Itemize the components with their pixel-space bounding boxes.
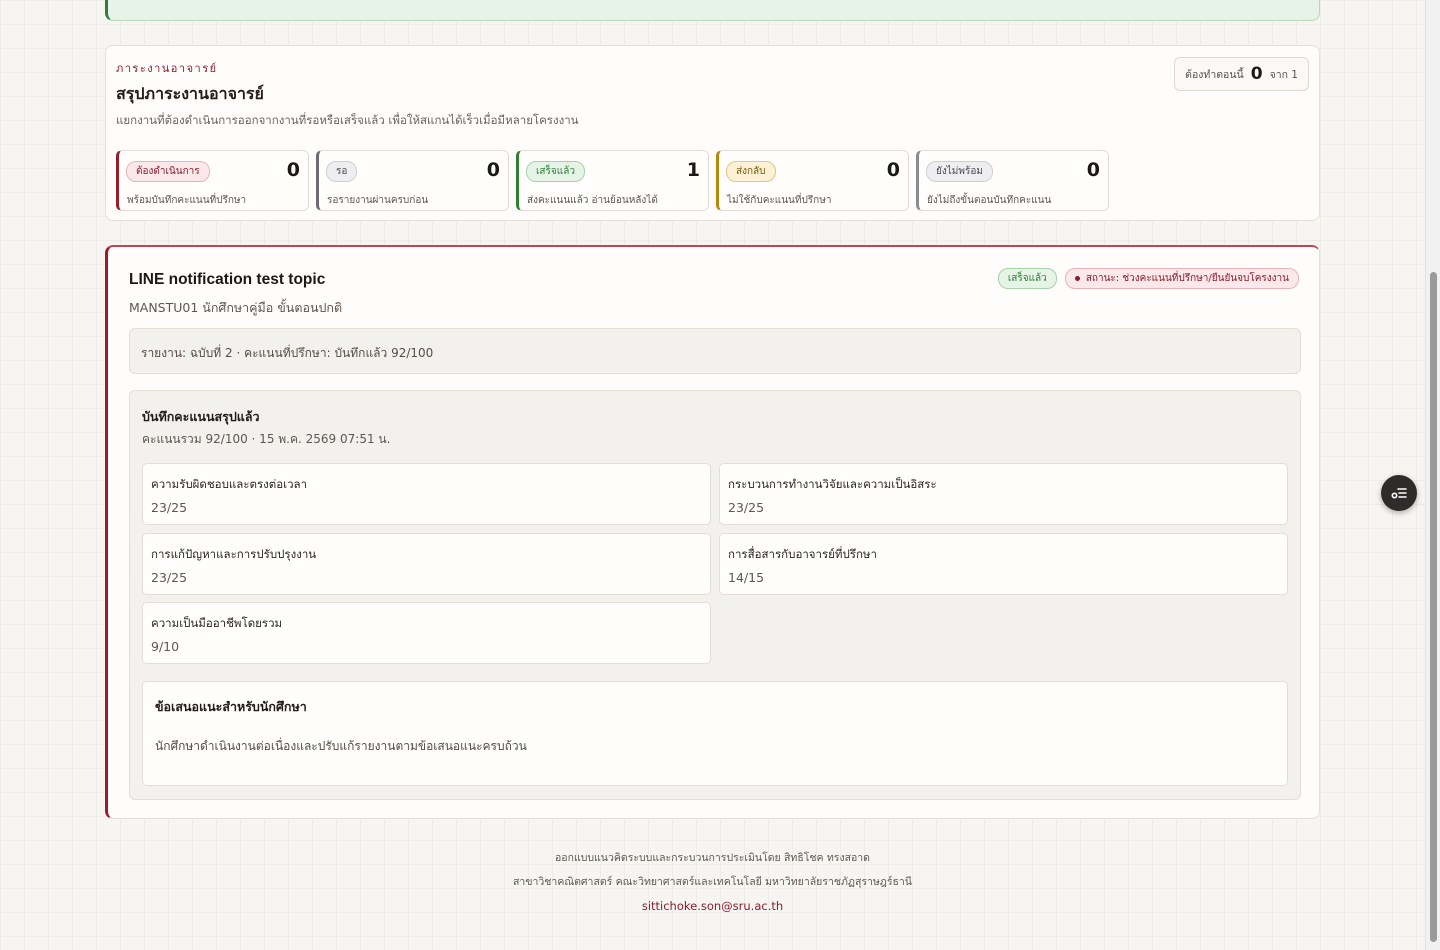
project-subtitle: MANSTU01 นักศึกษาคู่มือ ขั้นตอนปกติ — [129, 300, 343, 315]
criterion-card: ความรับผิดชอบและตรงต่อเวลา 23/25 — [142, 463, 711, 525]
stat-card-action-required[interactable]: ต้องดำเนินการ 0 พร้อมบันทึกคะแนนที่ปรึกษ… — [116, 150, 309, 211]
todo-count: 0 — [1250, 64, 1263, 84]
todo-total: จาก 1 — [1269, 68, 1298, 81]
recommendation-box: ข้อเสนอแนะสำหรับนักศึกษา นักศึกษาดำเนินง… — [142, 681, 1288, 786]
stat-note: ยังไม่ถึงขั้นตอนบันทึกคะแนน — [927, 195, 1052, 206]
project-detail-card: LINE notification test topic MANSTU01 นั… — [105, 245, 1320, 819]
todo-label: ต้องทำตอนนี้ — [1185, 68, 1244, 81]
criterion-card: ความเป็นมืออาชีพโดยรวม 9/10 — [142, 602, 711, 664]
stat-card-done[interactable]: เสร็จแล้ว 1 ส่งคะแนนแล้ว อ่านย้อนหลังได้ — [516, 150, 709, 211]
footer-credit: ออกแบบแนวคิดระบบและกระบวนการประเมินโดย ส… — [554, 852, 871, 864]
status-badge: สถานะ: ช่วงคะแนนที่ปรึกษา/ยืนยันจบโครงงา… — [1064, 268, 1299, 289]
report-summary: รายงาน: ฉบับที่ 2 · คะแนนที่ปรึกษา: บันท… — [129, 328, 1301, 374]
list-settings-icon — [1391, 488, 1407, 499]
recommendation-title: ข้อเสนอแนะสำหรับนักศึกษา — [155, 699, 307, 714]
stat-badge: เสร็จแล้ว — [526, 161, 585, 182]
project-title: LINE notification test topic — [129, 271, 326, 288]
criterion-card: กระบวนการทำงานวิจัยและความเป็นอิสระ 23/2… — [719, 463, 1288, 525]
recommendation-text: นักศึกษาดำเนินงานต่อเนื่องและปรับแก้รายง… — [155, 739, 527, 753]
stat-count: 0 — [486, 159, 500, 181]
page-footer: ออกแบบแนวคิดระบบและกระบวนการประเมินโดย ส… — [0, 850, 1425, 922]
stat-count: 0 — [886, 159, 900, 181]
success-banner — [105, 0, 1320, 21]
score-total-meta: คะแนนรวม 92/100 · 15 พ.ค. 2569 07:51 น. — [142, 432, 391, 446]
stat-badge: รอ — [326, 161, 358, 182]
scrollbar-thumb[interactable] — [1430, 272, 1437, 942]
stat-badge: ยังไม่พร้อม — [926, 161, 993, 182]
score-panel-title: บันทึกคะแนนสรุปแล้ว — [142, 409, 260, 424]
criterion-label: ความรับผิดชอบและตรงต่อเวลา — [151, 477, 308, 491]
criterion-score: 23/25 — [728, 500, 765, 515]
project-badges: เสร็จแล้ว สถานะ: ช่วงคะแนนที่ปรึกษา/ยืนย… — [997, 268, 1299, 289]
criterion-score: 23/25 — [151, 570, 188, 585]
stat-card-returned[interactable]: ส่งกลับ 0 ไม่ใช้กับคะแนนที่ปรึกษา — [716, 150, 909, 211]
floating-menu-button[interactable] — [1381, 475, 1417, 511]
criterion-label: การแก้ปัญหาและการปรับปรุงงาน — [151, 547, 317, 561]
section-description: แยกงานที่ต้องดำเนินการออกจากงานที่รอหรือ… — [116, 113, 579, 127]
score-summary-panel: บันทึกคะแนนสรุปแล้ว คะแนนรวม 92/100 · 15… — [129, 390, 1301, 800]
stat-badge: ต้องดำเนินการ — [126, 161, 210, 182]
criterion-label: กระบวนการทำงานวิจัยและความเป็นอิสระ — [728, 477, 937, 491]
section-eyebrow: ภาระงานอาจารย์ — [116, 62, 218, 75]
status-text: สถานะ: ช่วงคะแนนที่ปรึกษา/ยืนยันจบโครงงา… — [1085, 273, 1289, 284]
stat-count: 0 — [286, 159, 300, 181]
criterion-score: 9/10 — [151, 639, 180, 654]
stat-count: 1 — [686, 159, 700, 181]
criterion-score: 14/15 — [728, 570, 765, 585]
stat-badge: ส่งกลับ — [726, 161, 776, 182]
stat-card-waiting[interactable]: รอ 0 รอรายงานผ่านครบก่อน — [316, 150, 509, 211]
footer-email-link[interactable]: sittichoke.son@sru.ac.th — [642, 899, 783, 913]
criterion-label: การสื่อสารกับอาจารย์ที่ปรึกษา — [728, 547, 877, 561]
stat-note: รอรายงานผ่านครบก่อน — [327, 195, 429, 206]
section-title: สรุปภาระงานอาจารย์ — [116, 84, 264, 103]
page-scrollbar[interactable] — [1425, 0, 1440, 950]
criterion-card: การแก้ปัญหาและการปรับปรุงงาน 23/25 — [142, 533, 711, 595]
workload-summary-card: ภาระงานอาจารย์ สรุปภาระงานอาจารย์ แยกงาน… — [105, 45, 1320, 221]
stat-count: 0 — [1086, 159, 1100, 181]
stat-note: พร้อมบันทึกคะแนนที่ปรึกษา — [127, 195, 247, 206]
stat-card-not-ready[interactable]: ยังไม่พร้อม 0 ยังไม่ถึงขั้นตอนบันทึกคะแน… — [916, 150, 1109, 211]
criterion-score: 23/25 — [151, 500, 188, 515]
stat-note: ไม่ใช้กับคะแนนที่ปรึกษา — [727, 195, 832, 206]
page: ภาระงานอาจารย์ สรุปภาระงานอาจารย์ แยกงาน… — [0, 0, 1425, 950]
criterion-card: การสื่อสารกับอาจารย์ที่ปรึกษา 14/15 — [719, 533, 1288, 595]
done-badge: เสร็จแล้ว — [997, 268, 1057, 289]
status-dot-icon — [1074, 276, 1080, 281]
todo-now-counter: ต้องทำตอนนี้ 0 จาก 1 — [1174, 57, 1309, 91]
criterion-label: ความเป็นมืออาชีพโดยรวม — [151, 616, 283, 630]
stat-note: ส่งคะแนนแล้ว อ่านย้อนหลังได้ — [527, 195, 658, 206]
footer-affiliation: สาขาวิชาคณิตศาสตร์ คณะวิทยาศาสตร์และเทคโ… — [513, 876, 912, 888]
